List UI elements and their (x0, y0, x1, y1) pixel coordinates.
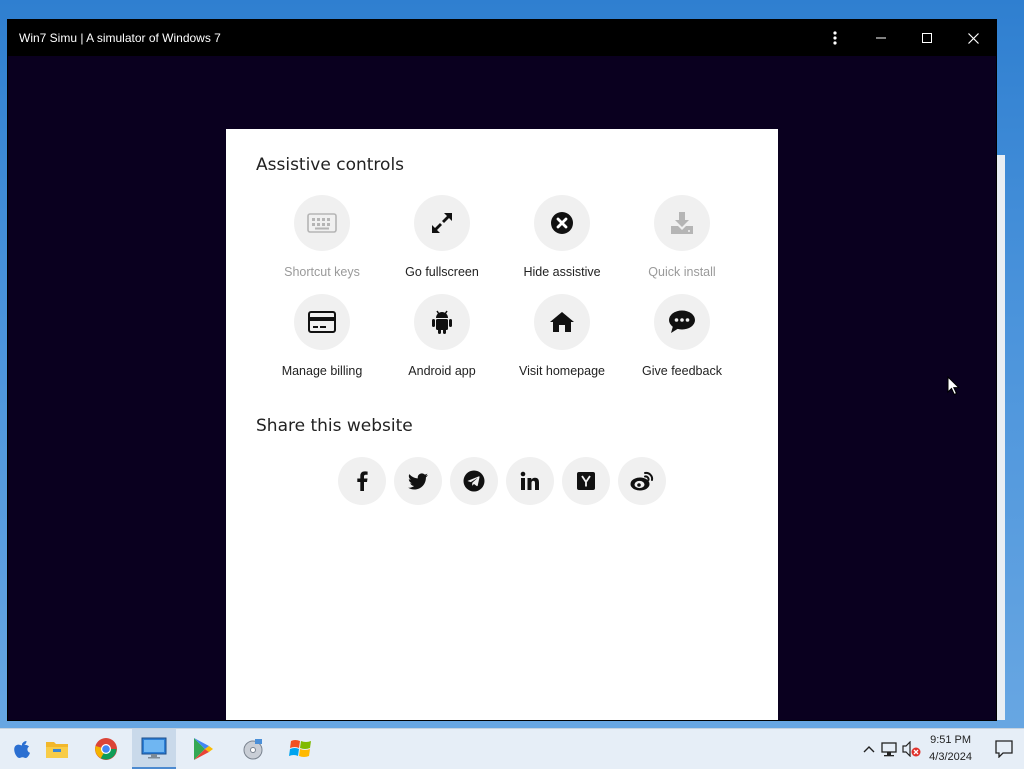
twitter-icon (408, 472, 428, 489)
shortcut-keys-circle (294, 195, 350, 251)
go-fullscreen-button[interactable]: Go fullscreen (382, 195, 502, 279)
taskbar-windows-logo[interactable] (279, 729, 323, 769)
taskbar-play-store[interactable] (181, 729, 225, 769)
show-hidden-icons-button[interactable] (859, 745, 879, 753)
share-hacker-news-button[interactable] (562, 457, 610, 505)
shortcut-keys-button[interactable]: Shortcut keys (262, 195, 382, 279)
hide-assistive-button[interactable]: Hide assistive (502, 195, 622, 279)
notification-icon (995, 740, 1013, 758)
simulator-window: Win7 Simu | A simulator of Windows 7 Ass… (8, 20, 996, 720)
home-icon (550, 312, 574, 332)
android-app-button[interactable]: Android app (382, 294, 502, 378)
kebab-menu-icon (833, 31, 837, 45)
volume-muted-icon (902, 741, 921, 757)
desktop-background-window-edge (996, 155, 1005, 720)
quick-install-button[interactable]: Quick install (622, 195, 742, 279)
taskbar-file-explorer[interactable] (35, 729, 79, 769)
share-website-heading: Share this website (256, 416, 413, 436)
go-fullscreen-circle (414, 195, 470, 251)
share-buttons-row (338, 457, 674, 505)
telegram-icon (463, 470, 485, 492)
manage-billing-button[interactable]: Manage billing (262, 294, 382, 378)
more-options-button[interactable] (812, 20, 858, 56)
manage-billing-circle (294, 294, 350, 350)
assistive-controls-panel: Assistive controls Shortcut keys Go full… (226, 129, 778, 720)
linkedin-icon (520, 471, 539, 490)
taskbar: 9:51 PM 4/3/2024 (0, 728, 1024, 769)
taskbar-chrome[interactable] (84, 729, 128, 769)
give-feedback-circle (654, 294, 710, 350)
visit-homepage-circle (534, 294, 590, 350)
share-twitter-button[interactable] (394, 457, 442, 505)
share-telegram-button[interactable] (450, 457, 498, 505)
clock-time: 9:51 PM (930, 734, 972, 746)
quick-install-circle (654, 195, 710, 251)
assistive-controls-grid: Shortcut keys Go fullscreen Hide assisti… (262, 195, 742, 378)
facebook-icon (357, 471, 368, 491)
chrome-icon (95, 738, 117, 760)
apple-logo-icon (14, 741, 30, 758)
weibo-icon (630, 471, 654, 491)
folder-icon (46, 742, 68, 758)
maximize-button[interactable] (904, 20, 950, 56)
maximize-icon (922, 33, 932, 43)
credit-card-icon (308, 311, 336, 333)
notifications-button[interactable] (984, 729, 1024, 769)
chevron-up-icon (863, 746, 875, 753)
volume-button[interactable] (901, 741, 923, 757)
chat-icon (669, 310, 695, 333)
mouse-cursor-icon (947, 376, 961, 396)
give-feedback-label: Give feedback (642, 364, 722, 378)
android-app-label: Android app (408, 364, 476, 378)
taskbar-media-app[interactable] (231, 729, 275, 769)
keyboard-icon (307, 213, 337, 233)
go-fullscreen-label: Go fullscreen (405, 265, 479, 279)
visit-homepage-button[interactable]: Visit homepage (502, 294, 622, 378)
close-circle-icon (551, 212, 573, 234)
manage-billing-label: Manage billing (281, 364, 363, 378)
hacker-news-icon (577, 472, 595, 490)
network-icon (881, 742, 897, 757)
hide-assistive-circle (534, 195, 590, 251)
visit-homepage-label: Visit homepage (519, 364, 605, 378)
window-title: Win7 Simu | A simulator of Windows 7 (19, 31, 221, 45)
share-weibo-button[interactable] (618, 457, 666, 505)
windows-logo-icon (289, 740, 311, 757)
assistive-controls-heading: Assistive controls (256, 155, 405, 175)
download-icon (671, 212, 693, 234)
android-icon (432, 310, 452, 334)
system-tray: 9:51 PM 4/3/2024 (859, 729, 1024, 769)
hide-assistive-label: Hide assistive (523, 265, 601, 279)
window-titlebar: Win7 Simu | A simulator of Windows 7 (8, 20, 996, 56)
play-store-icon (194, 738, 213, 760)
minimize-icon (876, 37, 886, 39)
give-feedback-button[interactable]: Give feedback (622, 294, 742, 378)
expand-icon (432, 213, 452, 233)
disc-icon (243, 739, 263, 760)
share-facebook-button[interactable] (338, 457, 386, 505)
taskbar-win7-simu[interactable] (132, 729, 176, 769)
monitor-icon (141, 737, 167, 759)
clock-date: 4/3/2024 (929, 751, 972, 763)
close-icon (967, 32, 979, 44)
network-status-button[interactable] (879, 741, 901, 757)
taskbar-clock[interactable]: 9:51 PM 4/3/2024 (929, 732, 972, 766)
quick-install-label: Quick install (648, 265, 716, 279)
android-app-circle (414, 294, 470, 350)
minimize-button[interactable] (858, 20, 904, 56)
close-button[interactable] (950, 20, 996, 56)
share-linkedin-button[interactable] (506, 457, 554, 505)
shortcut-keys-label: Shortcut keys (284, 265, 360, 279)
